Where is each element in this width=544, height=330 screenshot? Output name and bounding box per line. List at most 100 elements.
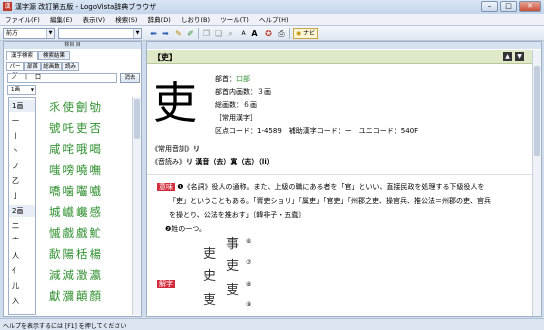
chevron-down-icon: ▼ bbox=[133, 29, 141, 38]
search-mode-value: 前方 bbox=[6, 30, 19, 37]
menu-help[interactable]: ヘルプ(H) bbox=[256, 14, 291, 26]
scrollbar-thumb[interactable] bbox=[134, 99, 140, 139]
font-larger-icon[interactable]: A bbox=[249, 28, 260, 39]
stroke-list: 1画 一 丨 丶 ノ 乙 亅 2画 二 亠 人 亻 儿 入 bbox=[8, 97, 36, 315]
list-item[interactable]: 亠 bbox=[9, 235, 35, 247]
list-item[interactable]: 丶 bbox=[9, 145, 35, 157]
kanji-row[interactable]: 咸咤哦喝 bbox=[49, 141, 103, 157]
kanji-row[interactable]: 號吒吏否 bbox=[49, 120, 103, 136]
entry-pane: 【吏】 ▲ ▼ 吏 部首：口部 部首内画数：３画 総画数：６画 ［常用漢字］ 区… bbox=[146, 41, 542, 317]
close-button[interactable]: ✕ bbox=[519, 1, 541, 12]
subtab-parts[interactable]: パーツ bbox=[6, 62, 24, 78]
entry-pane-header bbox=[147, 42, 541, 49]
stroke-group-2[interactable]: 2画 bbox=[9, 205, 35, 217]
glyph-mark: ⑥ bbox=[246, 238, 252, 245]
menu-edit[interactable]: 編集(E) bbox=[47, 14, 75, 26]
tab-kanji-search[interactable]: 漢字検索 bbox=[6, 51, 38, 60]
list-item[interactable]: 乙 bbox=[9, 175, 35, 187]
seal-glyph: 吏 bbox=[226, 259, 240, 274]
list-item[interactable]: 入 bbox=[9, 295, 35, 307]
list-item[interactable]: 丨 bbox=[9, 130, 35, 142]
toolbar-separator bbox=[198, 28, 199, 39]
radical-line: 部首：口部 bbox=[215, 73, 250, 85]
back-arrow-icon[interactable]: ⬅ bbox=[148, 28, 159, 39]
subtab-total-strokes[interactable]: 総画数 bbox=[41, 62, 62, 71]
divider bbox=[147, 174, 532, 175]
clear-button[interactable]: 消去 bbox=[120, 73, 140, 83]
status-bar: ヘルプを表示するには [F1] を押してください bbox=[0, 318, 544, 330]
maximize-button[interactable]: □ bbox=[500, 1, 517, 12]
kanji-row[interactable]: 減減澂瀛 bbox=[49, 267, 103, 283]
navi-button[interactable]: ◉ ナビ bbox=[293, 28, 319, 39]
copy-icon[interactable]: ❐ bbox=[201, 28, 212, 39]
glyph-mark: ⑦ bbox=[246, 259, 252, 266]
menu-dictionary[interactable]: 辞典(D) bbox=[145, 14, 174, 26]
kanji-row[interactable]: 嗤嗙嘵嘸 bbox=[49, 162, 103, 178]
list-item[interactable]: 一 bbox=[9, 115, 35, 127]
scrollbar-thumb[interactable] bbox=[534, 66, 540, 156]
tab-search-results[interactable]: 検索結果 bbox=[38, 51, 70, 60]
toolbar: 前方 ▼ ▼ ⬅ ➡ ✎ ✐ ❐ ❏ ⌕ A A ✪ ⎙ ◉ ナビ bbox=[0, 26, 544, 41]
kanji-row[interactable]: 獻瀰顛顏 bbox=[49, 288, 103, 304]
print-icon[interactable]: ⎙ bbox=[276, 28, 287, 39]
etymology-label: 解字 bbox=[157, 280, 175, 288]
parts-input[interactable]: ノ 丨 口 bbox=[7, 73, 117, 83]
list-item[interactable]: ノ bbox=[9, 160, 35, 172]
list-item[interactable]: 亅 bbox=[9, 190, 35, 202]
scrollbar[interactable] bbox=[532, 50, 541, 316]
list-item[interactable]: 人 bbox=[9, 250, 35, 262]
kanji-row[interactable]: 城巇巉感 bbox=[49, 204, 103, 220]
font-smaller-icon[interactable]: A bbox=[238, 28, 249, 39]
forward-arrow-icon[interactable]: ➡ bbox=[160, 28, 171, 39]
menu-bookmark[interactable]: しおり(B) bbox=[178, 14, 213, 26]
ancient-script-image: 吏 史 叓 事 吏 叓 ⑥ ⑦ ⑧ ⑨ bbox=[193, 233, 263, 313]
next-entry-icon[interactable]: ▼ bbox=[515, 52, 524, 61]
subtab-radical[interactable]: 部首 bbox=[24, 62, 41, 71]
scrollbar[interactable] bbox=[132, 97, 141, 315]
search-input[interactable]: ▼ bbox=[58, 28, 142, 39]
meaning-label: 意味 bbox=[157, 183, 175, 191]
menu-search[interactable]: 検索(S) bbox=[112, 14, 140, 26]
list-item[interactable]: 二 bbox=[9, 220, 35, 232]
menu-tools[interactable]: ツール(T) bbox=[217, 14, 252, 26]
zoom-icon[interactable]: ⌕ bbox=[225, 28, 236, 39]
seal-glyph: 吏 bbox=[203, 247, 217, 262]
title-bar: 漢 漢字源 改訂第五版 - LogoVista辞典ブラウザ – □ ✕ bbox=[0, 0, 544, 14]
seal-glyph: 叓 bbox=[203, 293, 217, 308]
on-reading-line: 《音読み》リ 漢音（去）寘（志）（li） bbox=[151, 156, 274, 168]
menu-view[interactable]: 表示(V) bbox=[79, 14, 108, 26]
status-text: ヘルプを表示するには [F1] を押してください bbox=[3, 323, 127, 330]
code-line: 区点コード：1-4589 補助漢字コード：ー ユニコード：540F bbox=[215, 127, 419, 135]
kanji-row[interactable]: 嘺噛囓嚱 bbox=[49, 183, 103, 199]
subtab-readings[interactable]: 読み bbox=[62, 62, 79, 71]
entry-character: 吏 bbox=[153, 78, 197, 129]
window-title: 漢字源 改訂第五版 - LogoVista辞典ブラウザ bbox=[15, 3, 157, 11]
seal-glyph: 史 bbox=[203, 269, 217, 284]
radical-label: 部首： bbox=[215, 75, 236, 83]
list-item[interactable]: 儿 bbox=[9, 280, 35, 292]
radical-link[interactable]: 口部 bbox=[236, 75, 250, 83]
search-jump-icon[interactable]: ✪ bbox=[263, 28, 274, 39]
toolbar-separator bbox=[289, 28, 290, 39]
list-item[interactable]: 亻 bbox=[9, 265, 35, 277]
menu-file[interactable]: ファイル(F) bbox=[2, 14, 43, 26]
joyo-label: ［常用漢字］ bbox=[215, 114, 257, 122]
kanji-row[interactable]: 慽戲戲䰶 bbox=[49, 225, 103, 241]
prev-entry-icon[interactable]: ▲ bbox=[503, 52, 512, 61]
chevron-down-icon: ▼ bbox=[30, 87, 34, 92]
search-mode-select[interactable]: 前方 ▼ bbox=[3, 28, 55, 39]
kanji-row[interactable]: 乑使劊劬 bbox=[49, 99, 103, 115]
chevron-down-icon: ▼ bbox=[46, 29, 54, 38]
paste-icon[interactable]: ❏ bbox=[213, 28, 224, 39]
minimize-button[interactable]: – bbox=[481, 1, 498, 12]
marker-icon[interactable]: ✐ bbox=[185, 28, 196, 39]
meaning-text-1: ❶《名詞》役人の通称。また、上級の職にある者を「官」といい、直接民政を処理する下… bbox=[177, 183, 485, 191]
bookmark-icon[interactable]: ✎ bbox=[173, 28, 184, 39]
entry-title: 【吏】 bbox=[153, 53, 177, 62]
kanji-row[interactable]: 歃陽栝楊 bbox=[49, 246, 103, 262]
menu-bar: ファイル(F) 編集(E) 表示(V) 検索(S) 辞典(D) しおり(B) ツ… bbox=[0, 14, 544, 26]
stroke-count-select[interactable]: 1画 ▼ bbox=[7, 85, 36, 95]
meaning-text-2: 「吏」ということもある。「胥吏ショリ」「属吏」「官吏」「州郡之吏、操官兵、推公法… bbox=[169, 197, 491, 205]
search-pane: 検目 目 漢字検索 検索結果 パーツ 部首 総画数 読み ノ 丨 口 消去 1画… bbox=[3, 41, 142, 317]
stroke-group-1[interactable]: 1画 bbox=[9, 100, 35, 112]
